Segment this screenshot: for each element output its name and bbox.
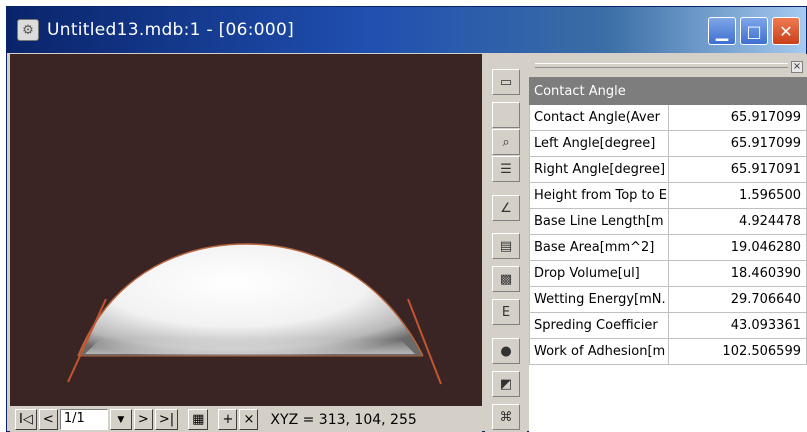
next-frame-icon: > [137,412,149,427]
last-frame-icon: >| [158,412,175,427]
drop-image-view[interactable] [10,54,482,406]
table-row[interactable]: Work of Adhesion[m 102.506599 [529,338,807,365]
image-icon: ◩ [499,376,513,392]
next-frame-button[interactable]: > [133,409,153,430]
xyz-readout: XYZ = 313, 104, 255 [270,411,417,428]
plus-icon: + [222,412,234,427]
panel-grip[interactable] [535,63,788,68]
table-header: Contact Angle [529,78,669,105]
drop-button[interactable]: ● [492,338,520,364]
table-button[interactable]: ▤ [492,233,520,259]
zoom-icon: ⌕ [502,134,510,150]
edit-icon: E [501,304,511,320]
minimize-icon: ▁ [715,21,729,41]
open-icon: ▭ [499,74,513,90]
table-icon: ▤ [499,238,513,254]
table-row[interactable]: Left Angle[degree] 65.917099 [529,130,807,157]
frame-dropdown-button[interactable]: ▼ [109,409,132,430]
frame-field[interactable]: 1/1 [59,409,108,430]
x-icon: × [243,412,255,427]
close-icon: ✕ [779,21,793,41]
table-row[interactable]: Wetting Energy[mN. 29.706640 [529,286,807,313]
prev-frame-button[interactable]: < [38,409,58,430]
table-header-value [667,78,807,105]
camera-icon: ⌘ [499,409,513,425]
results-panel-header[interactable]: × [529,54,807,78]
results-table: Contact Angle Contact Angle(Aver 65.91709… [529,78,807,365]
angle-icon: ∠ [500,200,512,216]
app-window: ⚙ Untitled13.mdb:1 - [06:000] ▁ □ ✕ I◁ <… [6,6,807,432]
grid-icon: ▩ [499,271,513,287]
last-frame-button[interactable]: >| [154,409,179,430]
document-button[interactable]: ☰ [492,156,520,182]
zoom-button[interactable]: ⌕ [492,129,520,155]
drop-image [67,243,442,385]
first-frame-icon: I◁ [19,412,33,427]
blank-button[interactable] [492,102,520,128]
maximize-icon: □ [746,21,762,41]
delete-button[interactable]: × [239,409,259,430]
app-icon[interactable]: ⚙ [17,19,39,41]
angle-button[interactable]: ∠ [492,195,520,221]
first-frame-button[interactable]: I◁ [15,409,37,430]
chevron-down-icon: ▼ [117,414,125,425]
add-button[interactable]: + [218,409,238,430]
close-button[interactable]: ✕ [772,17,800,45]
camera-button[interactable]: ⌘ [492,404,520,430]
table-row[interactable]: Spreding Coefficier 43.093361 [529,312,807,339]
image-button[interactable]: ◩ [492,371,520,397]
prev-frame-icon: < [42,412,54,427]
edit-button[interactable]: E [492,299,520,325]
table-row[interactable]: Drop Volume[ul] 18.460390 [529,260,807,287]
open-button[interactable]: ▭ [492,69,520,95]
minimize-button[interactable]: ▁ [708,17,736,45]
panel-close-icon[interactable]: × [791,61,803,73]
table-row[interactable]: Base Line Length[m 4.924478 [529,208,807,235]
grid-button[interactable]: ▦ [188,409,209,430]
results-panel: × Contact Angle Contact Angle(Aver 65.917… [529,54,807,432]
table-row[interactable]: Base Area[mm^2] 19.046280 [529,234,807,261]
document-icon: ☰ [500,161,512,177]
window-title: Untitled13.mdb:1 - [06:000] [47,20,295,40]
frame-navigation-bar: I◁ < 1/1 ▼ > >| ▦ + × XYZ = 313, 104, 25… [10,406,482,432]
title-bar[interactable]: ⚙ Untitled13.mdb:1 - [06:000] ▁ □ ✕ [7,7,806,53]
table-row[interactable]: Contact Angle(Aver 65.917099 [529,104,807,131]
grid-icon: ▦ [192,412,205,427]
table-row[interactable]: Height from Top to E 1.596500 [529,182,807,209]
table-row[interactable]: Right Angle[degree] 65.917091 [529,156,807,183]
grid-tool-button[interactable]: ▩ [492,266,520,292]
side-toolbar: ▭ ⌕ ☰ ∠ ▤ ▩ E ● ◩ ⌘ [485,59,527,432]
drop-icon: ● [500,343,512,359]
maximize-button[interactable]: □ [740,17,768,45]
